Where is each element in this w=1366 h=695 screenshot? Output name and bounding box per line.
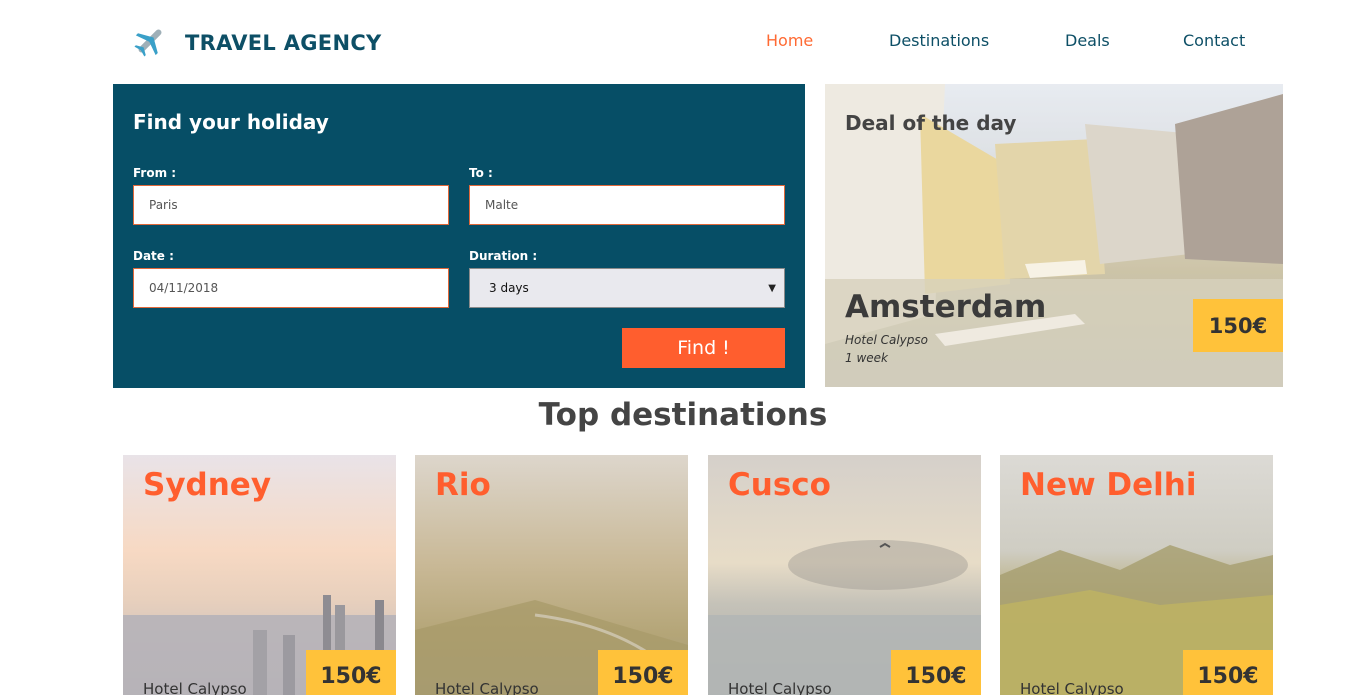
- duration-select[interactable]: 3 days ▼: [469, 268, 785, 308]
- deal-city: Amsterdam: [845, 289, 1047, 325]
- nav-contact[interactable]: Contact: [1183, 31, 1245, 50]
- nav-deals[interactable]: Deals: [1065, 31, 1110, 50]
- date-value: 04/11/2018: [149, 281, 219, 295]
- site-header: TRAVEL AGENCY Home Destinations Deals Co…: [0, 0, 1366, 84]
- date-field[interactable]: 04/11/2018: [133, 268, 449, 308]
- nav-destinations[interactable]: Destinations: [889, 31, 989, 50]
- deal-title: Deal of the day: [845, 111, 1017, 135]
- destination-hotel: Hotel Calypso: [1020, 680, 1124, 695]
- destination-hotel: Hotel Calypso: [728, 680, 832, 695]
- to-label: To :: [469, 166, 493, 180]
- destination-hotel: Hotel Calypso: [143, 680, 247, 695]
- deal-of-the-day[interactable]: Deal of the day Amsterdam Hotel Calypso …: [825, 84, 1283, 387]
- deal-hotel: Hotel Calypso: [845, 333, 928, 347]
- deal-price-badge: 150€: [1193, 299, 1283, 352]
- from-value: Paris: [149, 198, 178, 212]
- destination-price-badge: 150€: [598, 650, 688, 695]
- chevron-down-icon: ▼: [768, 282, 776, 294]
- find-button[interactable]: Find !: [622, 328, 785, 368]
- destination-price-badge: 150€: [306, 650, 396, 695]
- destination-card-rio[interactable]: Rio Hotel Calypso 150€: [415, 455, 688, 695]
- to-field[interactable]: Malte: [469, 185, 785, 225]
- destination-name: Rio: [435, 467, 491, 503]
- brand-name[interactable]: TRAVEL AGENCY: [185, 31, 382, 55]
- destination-price-badge: 150€: [891, 650, 981, 695]
- holiday-search-panel: Find your holiday From : Paris To : Malt…: [113, 84, 805, 388]
- destination-card-new-delhi[interactable]: New Delhi Hotel Calypso 150€: [1000, 455, 1273, 695]
- top-destinations-title: Top destinations: [538, 397, 828, 433]
- duration-value: 3 days: [489, 281, 529, 295]
- destination-hotel: Hotel Calypso: [435, 680, 539, 695]
- destination-name: Cusco: [728, 467, 831, 503]
- nav-home[interactable]: Home: [766, 31, 813, 50]
- destination-name: Sydney: [143, 467, 272, 503]
- from-field[interactable]: Paris: [133, 185, 449, 225]
- duration-label: Duration :: [469, 249, 538, 263]
- airplane-icon[interactable]: [133, 24, 167, 58]
- destination-card-cusco[interactable]: Cusco Hotel Calypso 150€: [708, 455, 981, 695]
- from-label: From :: [133, 166, 177, 180]
- destination-card-sydney[interactable]: Sydney Hotel Calypso 150€: [123, 455, 396, 695]
- to-value: Malte: [485, 198, 519, 212]
- deal-duration: 1 week: [845, 351, 888, 365]
- date-label: Date :: [133, 249, 174, 263]
- destination-name: New Delhi: [1020, 467, 1197, 503]
- destination-price-badge: 150€: [1183, 650, 1273, 695]
- search-title: Find your holiday: [133, 110, 329, 134]
